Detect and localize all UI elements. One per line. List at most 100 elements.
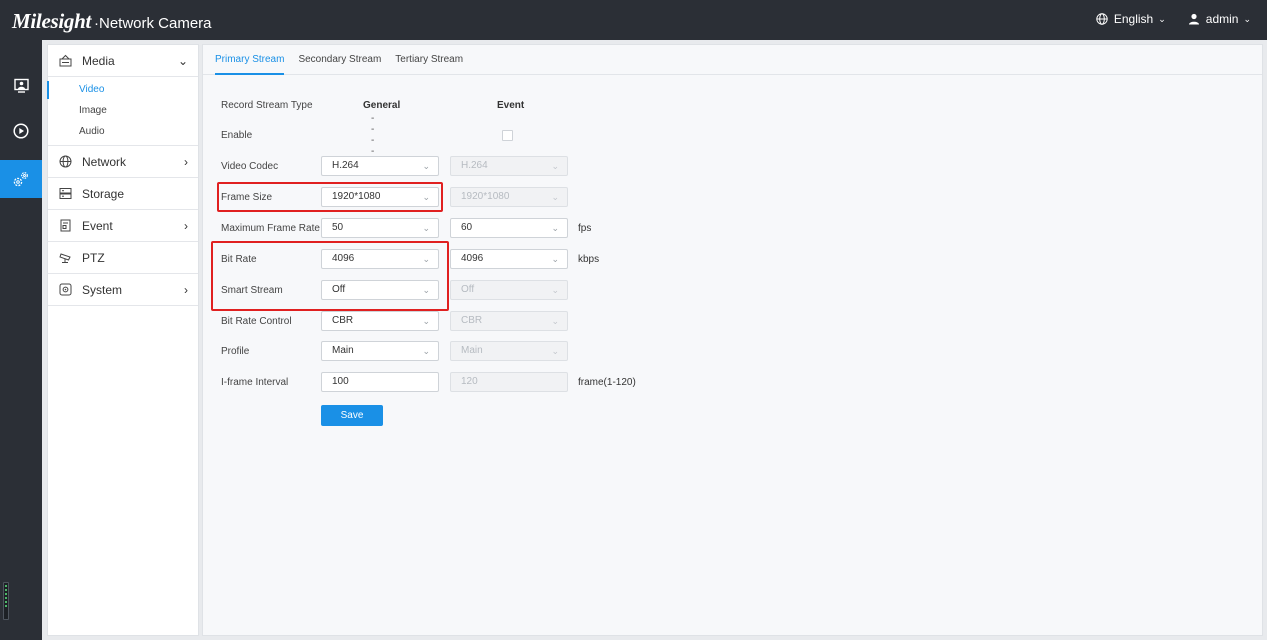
globe-icon [59,155,73,169]
menu-event-label: Event [82,218,113,233]
chevron-right-icon: › [184,154,188,169]
select-value: Main [332,345,354,356]
user-menu[interactable]: admin ⌄ [1188,12,1251,26]
submenu-audio[interactable]: Audio [48,121,198,142]
product-name: Network Camera [98,15,212,32]
brand-subtitle: ·Network Camera [93,15,212,32]
video-codec-event-select: H.264 ⌄ [450,156,568,176]
select-value: Main [461,345,483,356]
globe-icon [1096,13,1108,25]
bit-rate-control-event-select: CBR ⌄ [450,311,568,331]
select-value: 60 [461,222,473,233]
chevron-right-icon: › [184,282,188,297]
settings-button[interactable] [0,160,42,198]
select-value: 50 [332,222,344,233]
label-frame-size: Frame Size [221,191,273,203]
select-value: 4096 [461,253,484,264]
playback-icon [13,123,29,139]
frame-size-event-select: 1920*1080 ⌄ [450,187,568,207]
chevron-down-icon: ⌄ [422,254,430,264]
top-bar: Milesight ·Network Camera English ⌄ admi… [0,0,1267,40]
label-bit-rate: Bit Rate [221,253,257,265]
submenu-image[interactable]: Image [48,100,198,121]
save-button[interactable]: Save [321,405,383,426]
chevron-down-icon: ⌄ [551,254,559,264]
chevron-down-icon: ⌄ [422,192,430,202]
tab-secondary-stream[interactable]: Secondary Stream [298,45,394,74]
chevron-down-icon: ⌄ [551,223,559,233]
system-icon [59,283,73,297]
left-rail [0,40,42,640]
frame-size-general-select[interactable]: 1920*1080 ⌄ [321,187,439,207]
iframe-interval-event-input: 120 [450,372,568,392]
profile-general-select[interactable]: Main ⌄ [321,341,439,361]
video-codec-general-select[interactable]: H.264 ⌄ [321,156,439,176]
select-value: H.264 [461,160,488,171]
unit-iframe-range: frame(1-120) [578,376,636,388]
chevron-down-icon: ⌄ [551,192,559,202]
label-enable: Enable [221,129,253,141]
chevron-down-icon: ⌄ [1243,13,1251,24]
max-frame-rate-event-select[interactable]: 60 ⌄ [450,218,568,238]
profile-event-select: Main ⌄ [450,341,568,361]
label-profile: Profile [221,345,250,357]
chevron-down-icon: ⌄ [551,346,559,356]
bit-rate-general-select[interactable]: 4096 ⌄ [321,249,439,269]
iframe-interval-general-input[interactable]: 100 [321,372,439,392]
content-panel: Primary Stream Secondary Stream Tertiary… [202,44,1263,636]
label-iframe-interval: I-frame Interval [221,376,289,388]
menu-system[interactable]: System › [48,274,198,306]
tab-tertiary-stream[interactable]: Tertiary Stream [395,45,476,74]
submenu-video[interactable]: Video [47,79,198,100]
enable-event-checkbox[interactable] [502,129,513,141]
select-value: 1920*1080 [461,191,510,202]
select-value: 4096 [332,253,355,264]
menu-ptz[interactable]: PTZ [48,242,198,274]
smart-stream-general-select[interactable]: Off ⌄ [321,280,439,300]
stream-tabs: Primary Stream Secondary Stream Tertiary… [203,45,1262,75]
media-icon [59,54,73,68]
chevron-down-icon: ⌄ [422,161,430,171]
menu-system-label: System [82,282,123,297]
live-view-icon [13,78,29,93]
smart-stream-event-select: Off ⌄ [450,280,568,300]
menu-storage[interactable]: Storage [48,178,198,210]
enable-general-value: ---- [371,113,375,157]
chevron-right-icon: › [184,218,188,233]
live-view-button[interactable] [0,66,42,104]
menu-media-label: Media [82,53,115,68]
menu-event[interactable]: Event › [48,210,198,242]
playback-button[interactable] [0,112,42,150]
settings-icon [13,172,28,187]
language-label: English [1113,12,1154,26]
menu-ptz-label: PTZ [82,250,105,265]
select-value: 1920*1080 [332,191,381,202]
chevron-down-icon: ⌄ [551,161,559,171]
user-label: admin [1205,12,1239,26]
side-menu: Media ⌄ Video Image Audio Network › Stor… [47,44,199,636]
chevron-down-icon: ⌄ [422,223,430,233]
select-value: Off [332,284,346,295]
language-selector[interactable]: English ⌄ [1096,12,1166,26]
unit-kbps: kbps [578,253,600,265]
chevron-down-icon: ⌄ [422,316,430,326]
select-value: CBR [332,315,354,326]
event-icon [59,219,73,233]
level-meter-icon [3,582,9,620]
menu-media[interactable]: Media ⌄ [48,45,198,77]
chevron-down-icon: ⌄ [422,285,430,295]
tab-primary-stream[interactable]: Primary Stream [215,45,297,75]
bit-rate-event-select[interactable]: 4096 ⌄ [450,249,568,269]
brand-logo: Milesight ·Network Camera [12,9,212,34]
column-header-general: General [363,99,401,111]
chevron-down-icon: ⌄ [177,53,188,68]
bit-rate-control-general-select[interactable]: CBR ⌄ [321,311,439,331]
label-max-frame-rate: Maximum Frame Rate [221,222,320,234]
user-icon [1188,13,1199,25]
ptz-camera-icon [59,251,73,265]
menu-network[interactable]: Network › [48,146,198,178]
select-value: Off [461,284,475,295]
max-frame-rate-general-select[interactable]: 50 ⌄ [321,218,439,238]
select-value: CBR [461,315,483,326]
storage-icon [59,187,73,201]
